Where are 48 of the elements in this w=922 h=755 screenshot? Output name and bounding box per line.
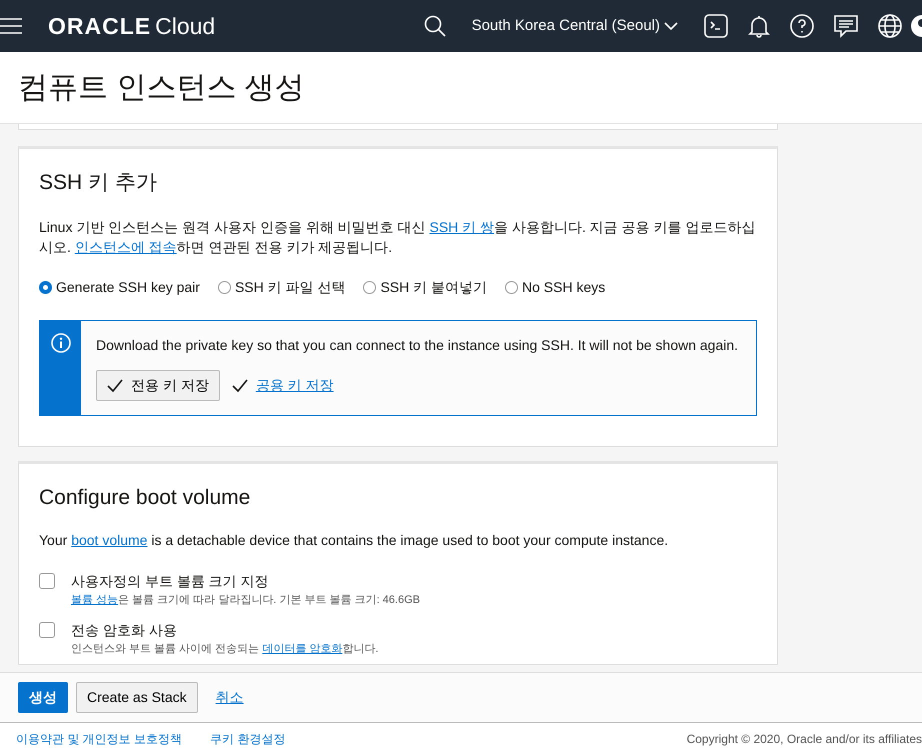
chat-icon[interactable] [834, 14, 858, 38]
section-title: SSH 키 추가 [39, 170, 158, 196]
footer-link[interactable]: 이용약관 및 개인정보 보호정책 [16, 732, 182, 746]
globe-icon[interactable] [878, 14, 902, 38]
brand-logo[interactable]: ORACLE [48, 8, 152, 44]
inline-link[interactable]: 인스턴스에 접속 [74, 238, 177, 255]
inline-link[interactable]: 데이터를 암호화 [262, 643, 342, 656]
download-link[interactable]: 공용 키 저장 [256, 375, 334, 396]
region-selector[interactable]: South Korea Central (Seoul) [472, 14, 678, 38]
create-button[interactable]: 생성 [18, 682, 68, 713]
menu-icon[interactable] [0, 17, 22, 35]
download-button[interactable]: 전용 키 저장 [96, 370, 220, 402]
avatar-icon[interactable] [910, 14, 922, 38]
inline-link[interactable]: SSH 키 쌍 [429, 218, 494, 234]
stack-button[interactable]: Create as Stack [76, 682, 198, 713]
cancel-link[interactable]: 취소 [216, 687, 244, 708]
help-text: 인스턴스와 부트 볼륨 사이에 전송되는 데이터를 암호화합니다. [71, 642, 378, 658]
check-icon [107, 378, 123, 393]
checkbox-label[interactable]: 사용자정의 부트 볼륨 크기 지정 [71, 570, 420, 592]
checkbox[interactable] [39, 622, 55, 638]
footer-link[interactable]: 쿠키 환경설정 [210, 732, 286, 746]
info-icon [50, 333, 70, 354]
check-icon [232, 378, 248, 393]
bell-icon[interactable] [748, 14, 770, 38]
radio-button[interactable] [218, 281, 231, 294]
section-title: Configure boot volume [39, 485, 252, 512]
copyright-text: Copyright © 2020, Oracle and/or its affiliates [686, 731, 922, 748]
search-icon[interactable] [424, 15, 446, 37]
inline-link[interactable]: 볼륨 성능 [71, 594, 118, 606]
section-description: Linux 기반 인스턴스는 원격 사용자 인증을 위해 비밀번호 대신 SSH 키 쌍을 사용합니다. 지금 공용 키를 업로드하십시오. 인스턴스에 접속하면 연관된 전용 키가 제공됩니다. [39, 218, 756, 257]
inline-link[interactable]: boot volume [71, 532, 148, 548]
checkbox[interactable] [39, 572, 55, 589]
help-icon[interactable] [790, 14, 814, 38]
help-text: 볼륨 성능은 볼륨 크기에 따라 달라집니다. 기본 부트 볼륨 크기: 46.6GB [71, 592, 420, 608]
page-title: 컴퓨트 인스턴스 생성 [18, 70, 305, 106]
radio-button[interactable] [39, 281, 52, 294]
radio-option[interactable]: SSH 키 파일 선택 [218, 277, 346, 298]
radio-option[interactable]: No SSH keys [505, 277, 606, 298]
chevron-down-icon [664, 21, 678, 31]
radio-option[interactable]: Generate SSH key pair [39, 277, 200, 298]
brand-name: Cloud [155, 12, 216, 41]
section-description: Your boot volume is a detachable device that contains the image used to boot your compute instance. [39, 530, 670, 550]
radio-button[interactable] [363, 281, 376, 294]
radio-option[interactable]: SSH 키 붙여넣기 [363, 277, 488, 298]
terminal-icon[interactable] [704, 14, 728, 38]
alert-message: Download the private key so that you can connect to the instance using SSH. It will not be shown again. [96, 336, 740, 356]
checkbox-label[interactable]: 전송 암호화 사용 [71, 620, 378, 642]
radio-button[interactable] [505, 281, 518, 294]
